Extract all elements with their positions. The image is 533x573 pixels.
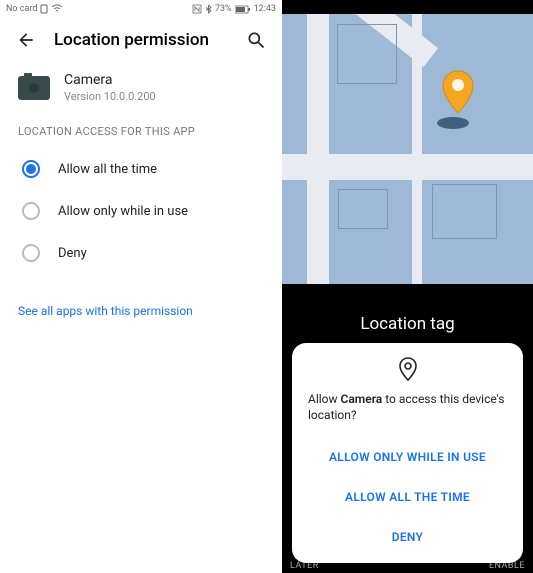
search-button[interactable] bbox=[244, 28, 268, 52]
radio-label: Deny bbox=[58, 246, 87, 261]
dialog-deny[interactable]: DENY bbox=[308, 517, 507, 557]
status-time: 12:43 bbox=[254, 4, 276, 14]
location-pin-icon bbox=[308, 357, 507, 381]
radio-allow-all-time[interactable]: Allow all the time bbox=[0, 148, 282, 190]
dialog-allow-while-in-use[interactable]: ALLOW ONLY WHILE IN USE bbox=[308, 437, 507, 477]
header: Location permission bbox=[0, 18, 282, 62]
settings-panel: No card 73% 12:43 Location permission Ca… bbox=[0, 0, 282, 573]
back-arrow-icon bbox=[16, 30, 36, 50]
doc-icon bbox=[40, 4, 48, 14]
search-icon bbox=[246, 30, 266, 50]
app-name: Camera bbox=[64, 72, 156, 88]
dialog-allow-all-time[interactable]: ALLOW ALL THE TIME bbox=[308, 477, 507, 517]
radio-indicator bbox=[22, 202, 40, 220]
page-title: Location permission bbox=[54, 30, 228, 50]
map-illustration bbox=[282, 14, 533, 284]
camera-app-icon bbox=[18, 76, 50, 100]
onboarding-panel: Location tag Enable location services to… bbox=[282, 0, 533, 573]
permission-dialog: Allow Camera to access this device's loc… bbox=[292, 343, 523, 563]
bluetooth-icon bbox=[205, 4, 212, 14]
app-version: Version 10.0.0.200 bbox=[64, 90, 156, 103]
back-button[interactable] bbox=[14, 28, 38, 52]
status-bar: No card 73% 12:43 bbox=[0, 0, 282, 18]
see-all-apps-link[interactable]: See all apps with this permission bbox=[18, 304, 193, 318]
app-info-row: Camera Version 10.0.0.200 bbox=[0, 62, 282, 117]
radio-indicator bbox=[22, 160, 40, 178]
radio-indicator bbox=[22, 244, 40, 262]
radio-label: Allow all the time bbox=[58, 162, 157, 177]
dialog-message: Allow Camera to access this device's loc… bbox=[308, 391, 507, 423]
radio-allow-while-in-use[interactable]: Allow only while in use bbox=[0, 190, 282, 232]
status-battery-pct: 73% bbox=[215, 4, 232, 14]
wifi-icon bbox=[51, 4, 63, 14]
battery-icon bbox=[235, 5, 251, 14]
map-pin-icon bbox=[437, 69, 469, 129]
radio-label: Allow only while in use bbox=[58, 204, 188, 219]
status-sim: No card bbox=[6, 4, 37, 14]
radio-deny[interactable]: Deny bbox=[0, 232, 282, 274]
feature-title: Location tag bbox=[300, 314, 515, 334]
section-title: LOCATION ACCESS FOR THIS APP bbox=[0, 117, 282, 148]
nfc-icon bbox=[192, 4, 202, 14]
